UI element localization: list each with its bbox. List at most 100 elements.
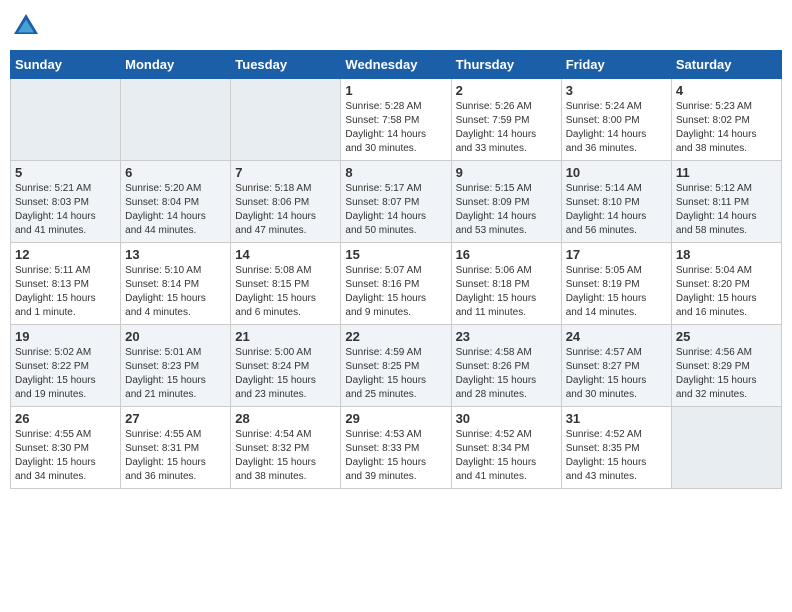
- day-info: Sunrise: 5:28 AM Sunset: 7:58 PM Dayligh…: [345, 100, 446, 156]
- day-cell: 30Sunrise: 4:52 AM Sunset: 8:34 PM Dayli…: [451, 407, 561, 489]
- header-cell-tuesday: Tuesday: [231, 51, 341, 79]
- day-cell: 2 Sunrise: 5:26 AM Sunset: 7:59 PM Daylig…: [451, 79, 561, 161]
- day-cell: 27Sunrise: 4:55 AM Sunset: 8:31 PM Dayli…: [121, 407, 231, 489]
- day-number: 2: [456, 83, 557, 98]
- day-info: Sunrise: 5:02 AM Sunset: 8:22 PM Dayligh…: [15, 346, 116, 402]
- day-cell: 9 Sunrise: 5:15 AM Sunset: 8:09 PM Daylig…: [451, 161, 561, 243]
- day-cell: 17Sunrise: 5:05 AM Sunset: 8:19 PM Dayli…: [561, 243, 671, 325]
- day-info: Sunrise: 5:17 AM Sunset: 8:07 PM Dayligh…: [345, 182, 446, 238]
- day-number: 31: [566, 411, 667, 426]
- week-row-3: 12Sunrise: 5:11 AM Sunset: 8:13 PM Dayli…: [11, 243, 782, 325]
- day-number: 8: [345, 165, 446, 180]
- day-info: Sunrise: 4:52 AM Sunset: 8:35 PM Dayligh…: [566, 428, 667, 484]
- day-number: 19: [15, 329, 116, 344]
- day-cell: [671, 407, 781, 489]
- day-cell: 26Sunrise: 4:55 AM Sunset: 8:30 PM Dayli…: [11, 407, 121, 489]
- day-info: Sunrise: 5:00 AM Sunset: 8:24 PM Dayligh…: [235, 346, 336, 402]
- week-row-4: 19 Sunrise: 5:02 AM Sunset: 8:22 PM Dayli…: [11, 325, 782, 407]
- day-cell: 31 Sunrise: 4:52 AM Sunset: 8:35 PM Dayli…: [561, 407, 671, 489]
- logo: [10, 10, 46, 42]
- header-cell-monday: Monday: [121, 51, 231, 79]
- day-info: Sunrise: 5:14 AM Sunset: 8:10 PM Dayligh…: [566, 182, 667, 238]
- day-number: 22: [345, 329, 446, 344]
- day-cell: 3 Sunrise: 5:24 AM Sunset: 8:00 PM Daylig…: [561, 79, 671, 161]
- day-info: Sunrise: 5:10 AM Sunset: 8:14 PM Dayligh…: [125, 264, 226, 320]
- day-cell: 4 Sunrise: 5:23 AM Sunset: 8:02 PM Daylig…: [671, 79, 781, 161]
- day-info: Sunrise: 5:23 AM Sunset: 8:02 PM Dayligh…: [676, 100, 777, 156]
- day-number: 7: [235, 165, 336, 180]
- day-number: 26: [15, 411, 116, 426]
- day-cell: 15 Sunrise: 5:07 AM Sunset: 8:16 PM Dayli…: [341, 243, 451, 325]
- day-info: Sunrise: 5:06 AM Sunset: 8:18 PM Dayligh…: [456, 264, 557, 320]
- day-number: 30: [456, 411, 557, 426]
- day-cell: 12Sunrise: 5:11 AM Sunset: 8:13 PM Dayli…: [11, 243, 121, 325]
- day-number: 16: [456, 247, 557, 262]
- day-number: 1: [345, 83, 446, 98]
- day-cell: 5 Sunrise: 5:21 AM Sunset: 8:03 PM Daylig…: [11, 161, 121, 243]
- day-number: 18: [676, 247, 777, 262]
- day-info: Sunrise: 5:12 AM Sunset: 8:11 PM Dayligh…: [676, 182, 777, 238]
- day-info: Sunrise: 5:07 AM Sunset: 8:16 PM Dayligh…: [345, 264, 446, 320]
- day-info: Sunrise: 4:57 AM Sunset: 8:27 PM Dayligh…: [566, 346, 667, 402]
- day-info: Sunrise: 4:53 AM Sunset: 8:33 PM Dayligh…: [345, 428, 446, 484]
- day-number: 4: [676, 83, 777, 98]
- day-info: Sunrise: 5:21 AM Sunset: 8:03 PM Dayligh…: [15, 182, 116, 238]
- header-cell-wednesday: Wednesday: [341, 51, 451, 79]
- day-cell: 1 Sunrise: 5:28 AM Sunset: 7:58 PM Daylig…: [341, 79, 451, 161]
- day-cell: 8 Sunrise: 5:17 AM Sunset: 8:07 PM Daylig…: [341, 161, 451, 243]
- day-info: Sunrise: 5:15 AM Sunset: 8:09 PM Dayligh…: [456, 182, 557, 238]
- day-cell: 20 Sunrise: 5:01 AM Sunset: 8:23 PM Dayli…: [121, 325, 231, 407]
- day-cell: 25 Sunrise: 4:56 AM Sunset: 8:29 PM Dayli…: [671, 325, 781, 407]
- calendar-table: SundayMondayTuesdayWednesdayThursdayFrid…: [10, 50, 782, 489]
- day-number: 27: [125, 411, 226, 426]
- day-number: 13: [125, 247, 226, 262]
- day-number: 28: [235, 411, 336, 426]
- logo-icon: [10, 10, 42, 42]
- day-info: Sunrise: 5:24 AM Sunset: 8:00 PM Dayligh…: [566, 100, 667, 156]
- day-number: 14: [235, 247, 336, 262]
- week-row-1: 1 Sunrise: 5:28 AM Sunset: 7:58 PM Daylig…: [11, 79, 782, 161]
- day-number: 3: [566, 83, 667, 98]
- day-info: Sunrise: 4:56 AM Sunset: 8:29 PM Dayligh…: [676, 346, 777, 402]
- page-header: [10, 10, 782, 42]
- day-number: 5: [15, 165, 116, 180]
- day-info: Sunrise: 5:20 AM Sunset: 8:04 PM Dayligh…: [125, 182, 226, 238]
- day-info: Sunrise: 5:05 AM Sunset: 8:19 PM Dayligh…: [566, 264, 667, 320]
- day-cell: 23Sunrise: 4:58 AM Sunset: 8:26 PM Dayli…: [451, 325, 561, 407]
- day-number: 10: [566, 165, 667, 180]
- day-cell: 14 Sunrise: 5:08 AM Sunset: 8:15 PM Dayli…: [231, 243, 341, 325]
- day-info: Sunrise: 5:01 AM Sunset: 8:23 PM Dayligh…: [125, 346, 226, 402]
- day-number: 9: [456, 165, 557, 180]
- week-row-2: 5 Sunrise: 5:21 AM Sunset: 8:03 PM Daylig…: [11, 161, 782, 243]
- day-cell: 6 Sunrise: 5:20 AM Sunset: 8:04 PM Daylig…: [121, 161, 231, 243]
- day-cell: 16 Sunrise: 5:06 AM Sunset: 8:18 PM Dayli…: [451, 243, 561, 325]
- day-cell: [231, 79, 341, 161]
- calendar-header: SundayMondayTuesdayWednesdayThursdayFrid…: [11, 51, 782, 79]
- day-cell: 28 Sunrise: 4:54 AM Sunset: 8:32 PM Dayli…: [231, 407, 341, 489]
- day-cell: 11 Sunrise: 5:12 AM Sunset: 8:11 PM Dayli…: [671, 161, 781, 243]
- day-number: 15: [345, 247, 446, 262]
- day-number: 6: [125, 165, 226, 180]
- week-row-5: 26Sunrise: 4:55 AM Sunset: 8:30 PM Dayli…: [11, 407, 782, 489]
- header-cell-friday: Friday: [561, 51, 671, 79]
- calendar-body: 1 Sunrise: 5:28 AM Sunset: 7:58 PM Daylig…: [11, 79, 782, 489]
- day-info: Sunrise: 5:11 AM Sunset: 8:13 PM Dayligh…: [15, 264, 116, 320]
- header-row: SundayMondayTuesdayWednesdayThursdayFrid…: [11, 51, 782, 79]
- day-cell: [121, 79, 231, 161]
- day-info: Sunrise: 5:08 AM Sunset: 8:15 PM Dayligh…: [235, 264, 336, 320]
- day-cell: [11, 79, 121, 161]
- day-number: 29: [345, 411, 446, 426]
- day-cell: 22 Sunrise: 4:59 AM Sunset: 8:25 PM Dayli…: [341, 325, 451, 407]
- day-info: Sunrise: 4:54 AM Sunset: 8:32 PM Dayligh…: [235, 428, 336, 484]
- day-info: Sunrise: 5:18 AM Sunset: 8:06 PM Dayligh…: [235, 182, 336, 238]
- day-number: 11: [676, 165, 777, 180]
- day-cell: 10 Sunrise: 5:14 AM Sunset: 8:10 PM Dayli…: [561, 161, 671, 243]
- day-cell: 29 Sunrise: 4:53 AM Sunset: 8:33 PM Dayli…: [341, 407, 451, 489]
- day-number: 23: [456, 329, 557, 344]
- day-number: 25: [676, 329, 777, 344]
- day-info: Sunrise: 5:26 AM Sunset: 7:59 PM Dayligh…: [456, 100, 557, 156]
- day-cell: 21 Sunrise: 5:00 AM Sunset: 8:24 PM Dayli…: [231, 325, 341, 407]
- day-number: 21: [235, 329, 336, 344]
- day-info: Sunrise: 4:59 AM Sunset: 8:25 PM Dayligh…: [345, 346, 446, 402]
- day-number: 20: [125, 329, 226, 344]
